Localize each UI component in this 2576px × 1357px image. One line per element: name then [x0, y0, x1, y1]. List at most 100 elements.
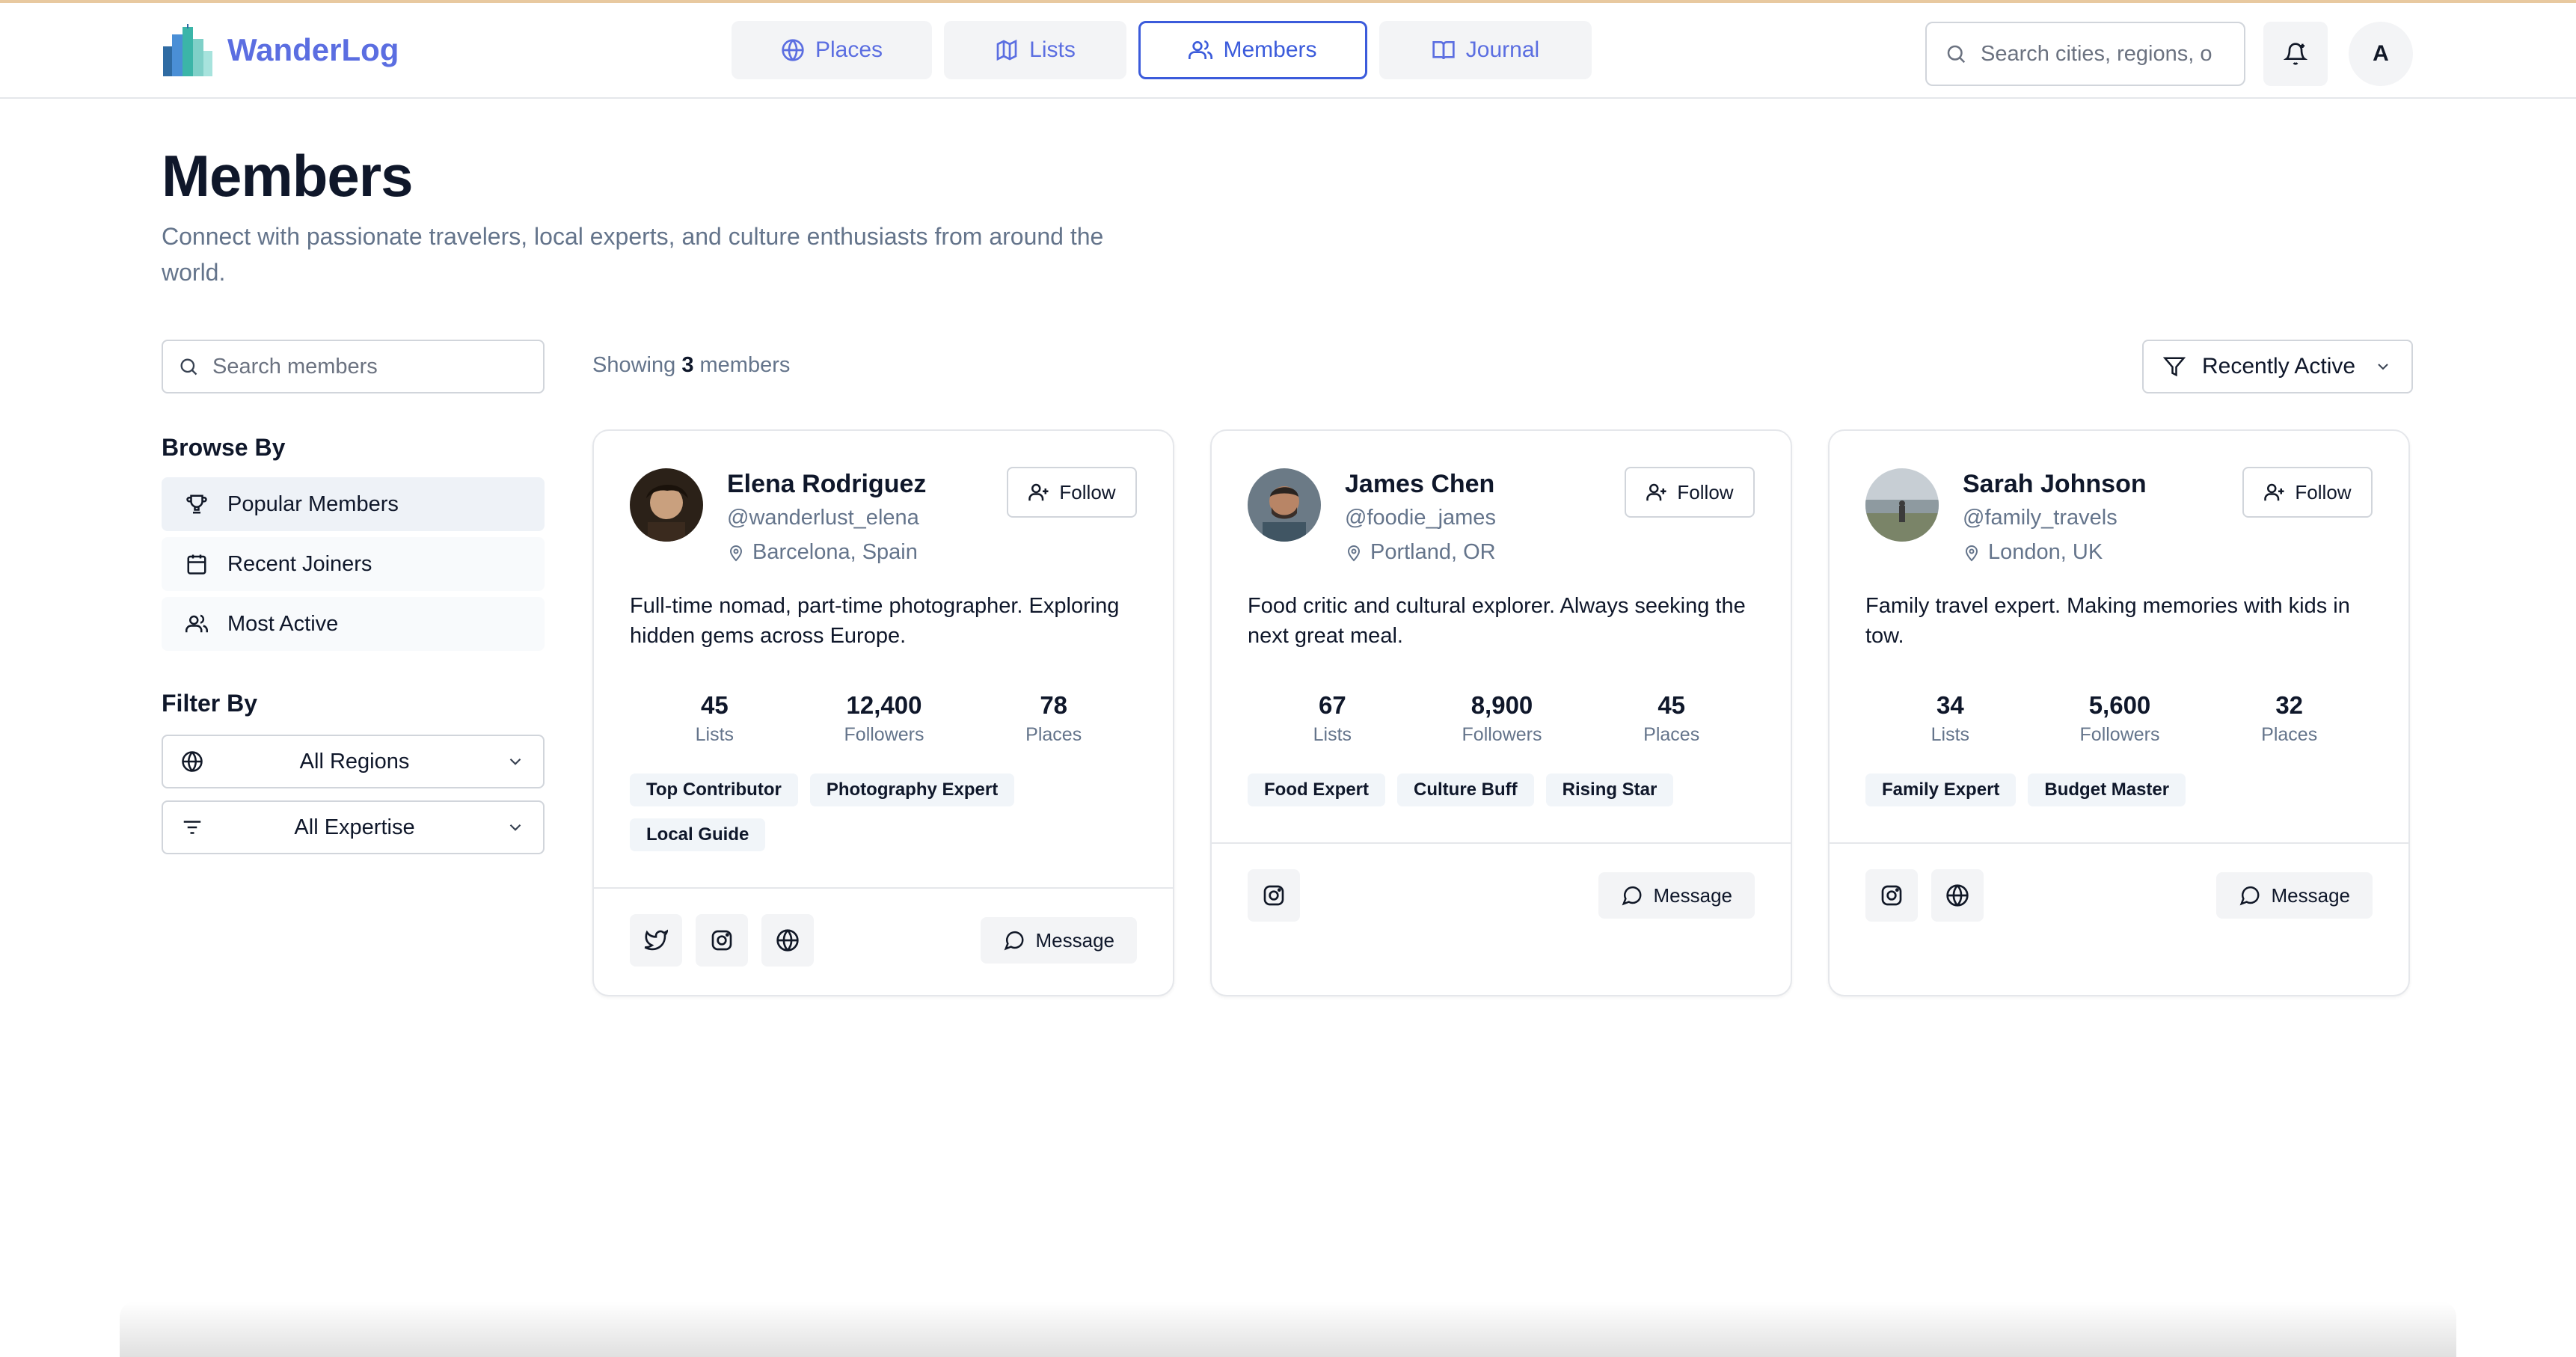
website-link[interactable]: [1931, 869, 1984, 922]
location-label: London, UK: [1988, 540, 2103, 564]
tab-places[interactable]: Places: [732, 21, 932, 79]
twitter-icon: [644, 929, 668, 951]
message-circle-icon: [1622, 886, 1642, 906]
stat-lists: 45 Lists: [630, 691, 800, 746]
stat-label: Places: [1643, 724, 1700, 745]
stat-value: 67: [1318, 691, 1346, 719]
search-icon: [180, 358, 197, 376]
showing-count: 3: [681, 353, 694, 377]
member-handle: @foodie_james: [1345, 506, 1496, 530]
chevron-down-icon: [509, 824, 521, 831]
member-search[interactable]: [162, 340, 545, 393]
sort-dropdown[interactable]: Recently Active: [2142, 340, 2413, 393]
member-card[interactable]: Sarah Johnson @family_travels London, UK…: [1828, 429, 2410, 996]
browse-most-active[interactable]: Most Active: [162, 597, 545, 651]
twitter-link[interactable]: [630, 914, 682, 967]
follow-button[interactable]: Follow: [2242, 467, 2373, 518]
avatar[interactable]: [1865, 468, 1939, 542]
message-button[interactable]: Message: [980, 917, 1137, 964]
book-icon: [1432, 41, 1455, 60]
page-title: Members: [162, 143, 413, 209]
global-search[interactable]: [1925, 22, 2245, 86]
instagram-link[interactable]: [1248, 869, 1300, 922]
bottom-panel-shadow: [120, 1302, 2456, 1357]
region-select[interactable]: All Regions: [162, 735, 545, 788]
member-bio: Full-time nomad, part-time photographer.…: [630, 594, 1120, 648]
expertise-tag: Local Guide: [630, 818, 766, 851]
tab-lists[interactable]: Lists: [944, 21, 1126, 79]
member-bio: Family travel expert. Making memories wi…: [1865, 594, 2350, 648]
expertise-tag: Top Contributor: [630, 774, 798, 806]
follow-button[interactable]: Follow: [1625, 467, 1755, 518]
member-name[interactable]: James Chen: [1345, 470, 1494, 499]
stat-label: Followers: [1462, 724, 1542, 745]
tab-members[interactable]: Members: [1138, 21, 1367, 79]
main-nav: Places Lists Members Journal: [732, 21, 1592, 79]
social-links: [1248, 869, 1300, 922]
card-divider: [594, 887, 1173, 889]
trophy-icon: [186, 494, 207, 514]
member-tags: Family Expert Budget Master: [1865, 774, 2382, 806]
expertise-tag: Culture Buff: [1397, 774, 1534, 806]
location-label: Barcelona, Spain: [752, 540, 918, 564]
message-circle-icon: [2239, 886, 2260, 906]
stat-followers: 8,900 Followers: [1417, 691, 1587, 746]
stat-label: Followers: [2079, 724, 2160, 745]
instagram-link[interactable]: [696, 914, 748, 967]
card-divider: [1212, 842, 1791, 844]
global-search-input[interactable]: [1981, 41, 2227, 67]
map-pin-icon: [1965, 545, 1978, 561]
message-button[interactable]: Message: [1598, 872, 1755, 919]
member-search-input[interactable]: [212, 354, 527, 379]
showing-prefix: Showing: [592, 353, 676, 377]
brand-logo[interactable]: WanderLog: [162, 24, 399, 76]
user-plus-icon: [2264, 483, 2284, 501]
browse-popular-members[interactable]: Popular Members: [162, 477, 545, 531]
member-name[interactable]: Sarah Johnson: [1963, 470, 2147, 499]
browse-list: Popular Members Recent Joiners Most Acti…: [162, 477, 545, 651]
member-card[interactable]: James Chen @foodie_james Portland, OR Fo…: [1210, 429, 1792, 996]
browse-recent-joiners[interactable]: Recent Joiners: [162, 537, 545, 591]
region-select-value: All Regions: [299, 749, 410, 774]
top-header: WanderLog Places Lists Members Journal A: [0, 3, 2576, 99]
message-button[interactable]: Message: [2215, 872, 2373, 919]
stat-lists: 67 Lists: [1248, 691, 1417, 746]
expertise-select[interactable]: All Expertise: [162, 800, 545, 854]
expertise-tag: Family Expert: [1865, 774, 2017, 806]
stat-followers: 12,400 Followers: [800, 691, 969, 746]
sort-label: Recently Active: [2202, 354, 2356, 379]
stat-value: 32: [2275, 691, 2304, 719]
users-icon: [1189, 40, 1213, 59]
instagram-icon: [1881, 885, 1902, 906]
browse-heading: Browse By: [162, 434, 286, 461]
social-links: [630, 914, 814, 967]
member-name[interactable]: Elena Rodriguez: [727, 470, 926, 499]
chevron-down-icon: [2378, 364, 2388, 370]
tab-label: Places: [815, 37, 883, 62]
website-link[interactable]: [761, 914, 814, 967]
stat-places: 45 Places: [1586, 691, 1756, 746]
stat-value: 8,900: [1471, 691, 1533, 719]
stat-value: 45: [700, 691, 729, 719]
stat-value: 45: [1657, 691, 1686, 719]
avatar[interactable]: [1248, 468, 1321, 542]
stat-places: 32 Places: [2204, 691, 2374, 746]
instagram-icon: [1263, 885, 1284, 906]
member-card[interactable]: Elena Rodriguez @wanderlust_elena Barcel…: [592, 429, 1174, 996]
avatar[interactable]: [630, 468, 703, 542]
message-label: Message: [1653, 883, 1733, 907]
member-bio: Food critic and cultural explorer. Alway…: [1248, 594, 1746, 648]
search-icon: [1947, 45, 1966, 64]
follow-label: Follow: [1059, 480, 1116, 503]
instagram-link[interactable]: [1865, 869, 1918, 922]
notifications-button[interactable]: [2263, 22, 2328, 86]
filter-lines-icon: [183, 821, 201, 834]
follow-button[interactable]: Follow: [1007, 467, 1137, 518]
tab-label: Members: [1223, 37, 1317, 62]
social-links: [1865, 869, 1984, 922]
users-icon: [185, 614, 208, 633]
tab-journal[interactable]: Journal: [1379, 21, 1592, 79]
results-count: Showing 3 members: [592, 353, 790, 378]
user-avatar[interactable]: A: [2349, 22, 2413, 86]
globe-icon: [776, 929, 799, 952]
